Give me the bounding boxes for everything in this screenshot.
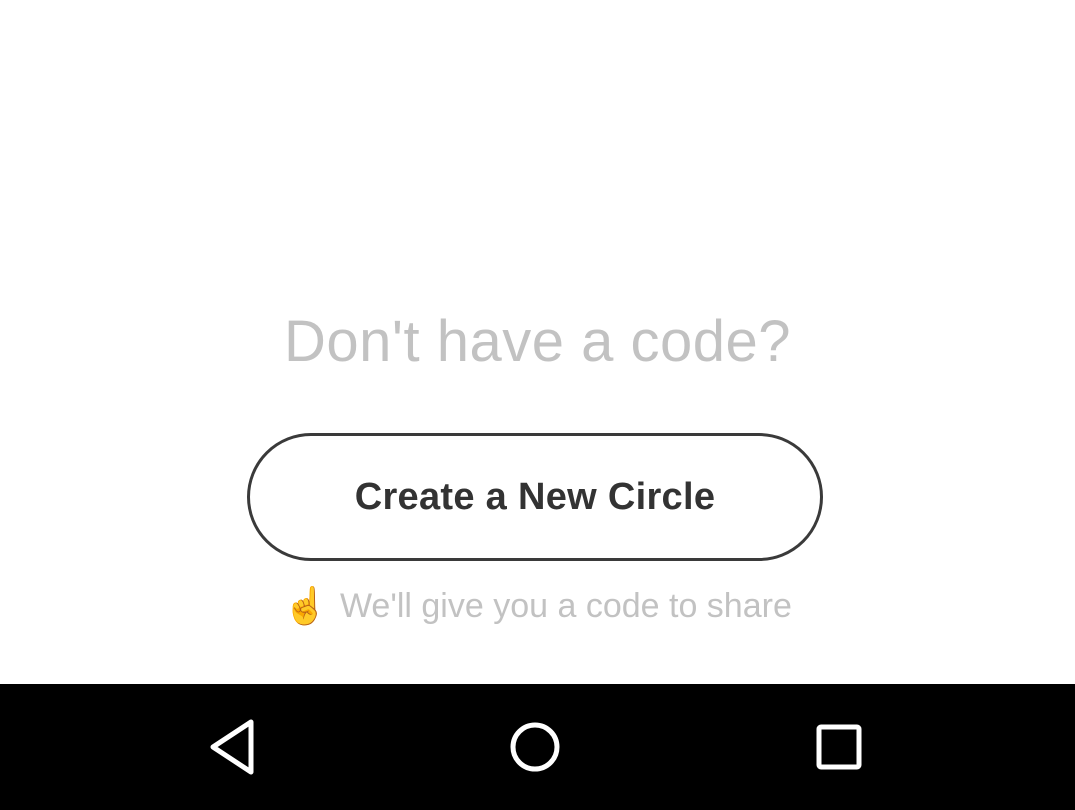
code-hint-text: We'll give you a code to share (339, 587, 792, 625)
recents-square-icon (816, 724, 862, 770)
no-code-question: Don't have a code? (284, 309, 791, 374)
back-button[interactable] (199, 713, 267, 781)
recents-button[interactable] (805, 713, 873, 781)
system-navigation-bar (0, 684, 1075, 810)
code-hint: ☝ We'll give you a code to share (0, 584, 1075, 628)
back-triangle-icon (210, 719, 254, 775)
app-screen: Don't have a code? Create a New Circle ☝… (0, 0, 1075, 684)
home-circle-icon (510, 722, 560, 772)
create-new-circle-label: Create a New Circle (354, 475, 716, 518)
pointing-up-hand-icon: ☝ (283, 585, 328, 626)
home-button[interactable] (501, 713, 569, 781)
create-new-circle-button[interactable]: Create a New Circle (247, 433, 823, 561)
